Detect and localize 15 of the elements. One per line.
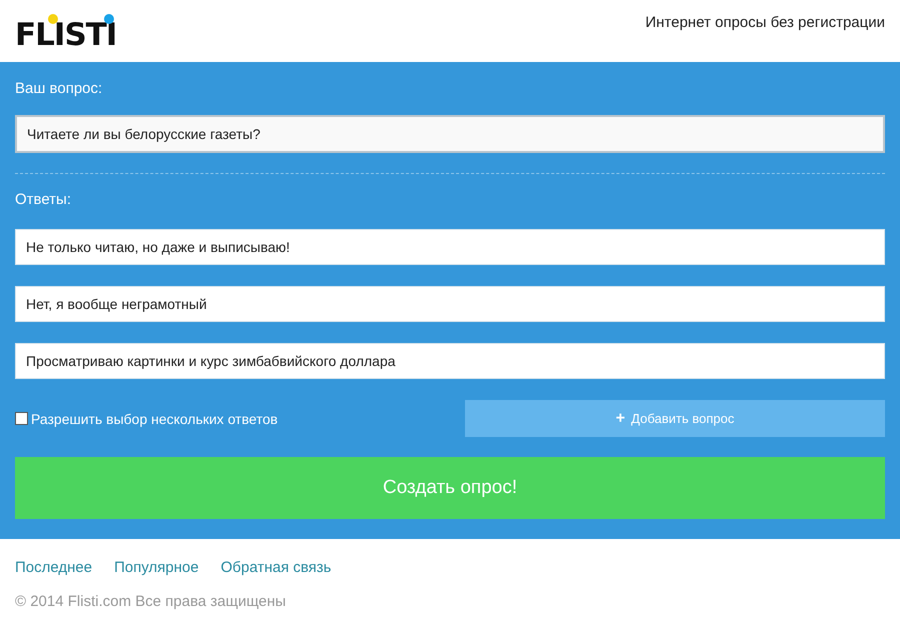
copyright: © 2014 Flisti.com Все права защищены bbox=[15, 593, 287, 610]
footer-link[interactable]: Обратная связь bbox=[220, 559, 332, 576]
checkbox-label: Разрешить выбор нескольких ответов bbox=[31, 410, 278, 426]
tagline: Интернет опросы без регистрации bbox=[645, 14, 885, 30]
answers-label: Ответы: bbox=[15, 191, 72, 208]
footer-link[interactable]: Популярное bbox=[114, 559, 199, 576]
question-field[interactable]: Читаете ли вы белорусские газеты? bbox=[15, 115, 885, 153]
answer-field[interactable]: Не только читаю, но даже и выписываю! bbox=[15, 229, 885, 265]
answer-field[interactable]: Нет, я вообще неграмотный bbox=[15, 286, 885, 322]
question-label: Ваш вопрос: bbox=[15, 80, 104, 97]
checkbox[interactable] bbox=[15, 412, 28, 425]
add-question-button[interactable]: + Добавить вопрос bbox=[465, 400, 885, 437]
answer-field[interactable]: Просматриваю картинки и курс зимбабвийского доллара bbox=[15, 343, 885, 379]
logo: FLISTI bbox=[15, 9, 116, 53]
footer-link[interactable]: Последнее bbox=[15, 559, 92, 576]
